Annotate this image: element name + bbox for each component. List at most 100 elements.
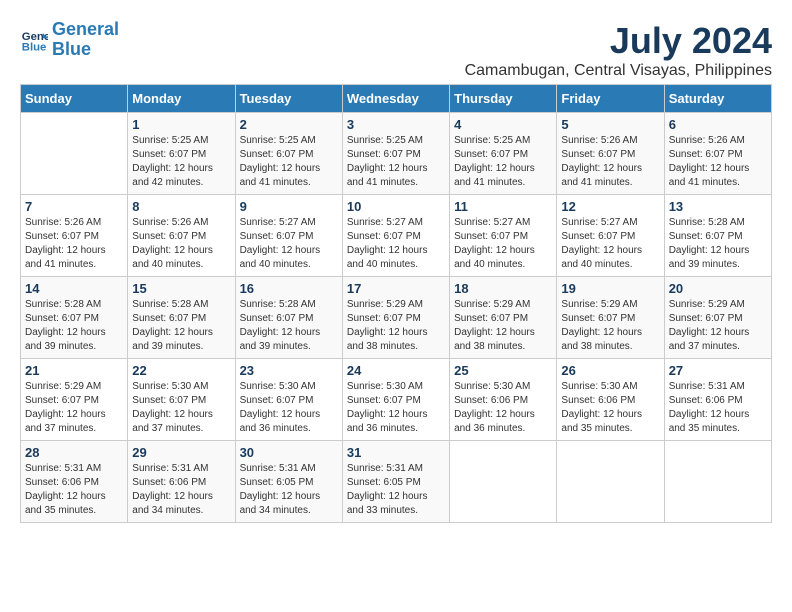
calendar-cell: 28 Sunrise: 5:31 AM Sunset: 6:06 PM Dayli…	[21, 441, 128, 523]
day-info: Sunrise: 5:28 AM Sunset: 6:07 PM Dayligh…	[669, 216, 767, 272]
day-number: 28	[25, 445, 123, 460]
title-block: July 2024 Camambugan, Central Visayas, P…	[465, 20, 772, 80]
logo-line1: General	[52, 19, 119, 39]
weekday-header: Thursday	[450, 85, 557, 113]
calendar-cell: 9 Sunrise: 5:27 AM Sunset: 6:07 PM Daylig…	[235, 195, 342, 277]
day-number: 15	[132, 281, 230, 296]
day-info: Sunrise: 5:26 AM Sunset: 6:07 PM Dayligh…	[132, 216, 230, 272]
day-info: Sunrise: 5:29 AM Sunset: 6:07 PM Dayligh…	[669, 298, 767, 354]
calendar-cell: 18Sunrise: 5:29 AM Sunset: 6:07 PM Dayli…	[450, 277, 557, 359]
day-number: 29	[132, 445, 230, 460]
day-info: Sunrise: 5:25 AM Sunset: 6:07 PM Dayligh…	[132, 134, 230, 190]
day-info: Sunrise: 5:30 AM Sunset: 6:06 PM Dayligh…	[561, 380, 659, 436]
day-info: Sunrise: 5:29 AM Sunset: 6:07 PM Dayligh…	[25, 380, 123, 436]
day-info: Sunrise: 5:25 AM Sunset: 6:07 PM Dayligh…	[454, 134, 552, 190]
calendar-cell	[557, 441, 664, 523]
weekday-header-row: SundayMondayTuesdayWednesdayThursdayFrid…	[21, 85, 772, 113]
day-info: Sunrise: 5:31 AM Sunset: 6:05 PM Dayligh…	[347, 462, 445, 518]
day-number: 24	[347, 363, 445, 378]
calendar-cell: 1 Sunrise: 5:25 AM Sunset: 6:07 PM Daylig…	[128, 113, 235, 195]
calendar-cell: 17 Sunrise: 5:29 AM Sunset: 6:07 PM Dayli…	[342, 277, 449, 359]
weekday-header: Sunday	[21, 85, 128, 113]
day-number: 7	[25, 199, 123, 214]
calendar-cell: 31Sunrise: 5:31 AM Sunset: 6:05 PM Dayli…	[342, 441, 449, 523]
day-info: Sunrise: 5:30 AM Sunset: 6:07 PM Dayligh…	[347, 380, 445, 436]
day-number: 19	[561, 281, 659, 296]
calendar-cell	[450, 441, 557, 523]
calendar-cell: 2 Sunrise: 5:25 AM Sunset: 6:07 PM Daylig…	[235, 113, 342, 195]
calendar-week-row: 21Sunrise: 5:29 AM Sunset: 6:07 PM Dayli…	[21, 359, 772, 441]
day-number: 14	[25, 281, 123, 296]
calendar-cell: 8 Sunrise: 5:26 AM Sunset: 6:07 PM Daylig…	[128, 195, 235, 277]
day-number: 2	[240, 117, 338, 132]
day-number: 9	[240, 199, 338, 214]
day-info: Sunrise: 5:31 AM Sunset: 6:06 PM Dayligh…	[132, 462, 230, 518]
day-number: 17	[347, 281, 445, 296]
day-info: Sunrise: 5:25 AM Sunset: 6:07 PM Dayligh…	[240, 134, 338, 190]
day-info: Sunrise: 5:29 AM Sunset: 6:07 PM Dayligh…	[347, 298, 445, 354]
day-info: Sunrise: 5:26 AM Sunset: 6:07 PM Dayligh…	[561, 134, 659, 190]
day-info: Sunrise: 5:28 AM Sunset: 6:07 PM Dayligh…	[240, 298, 338, 354]
day-info: Sunrise: 5:27 AM Sunset: 6:07 PM Dayligh…	[347, 216, 445, 272]
main-title: July 2024	[465, 20, 772, 62]
day-number: 13	[669, 199, 767, 214]
calendar-week-row: 7 Sunrise: 5:26 AM Sunset: 6:07 PM Daylig…	[21, 195, 772, 277]
day-number: 16	[240, 281, 338, 296]
calendar-cell: 5 Sunrise: 5:26 AM Sunset: 6:07 PM Daylig…	[557, 113, 664, 195]
svg-text:Blue: Blue	[22, 41, 47, 53]
calendar-week-row: 28 Sunrise: 5:31 AM Sunset: 6:06 PM Dayli…	[21, 441, 772, 523]
calendar-cell: 12Sunrise: 5:27 AM Sunset: 6:07 PM Dayli…	[557, 195, 664, 277]
calendar-cell: 26 Sunrise: 5:30 AM Sunset: 6:06 PM Dayli…	[557, 359, 664, 441]
calendar-cell: 21Sunrise: 5:29 AM Sunset: 6:07 PM Dayli…	[21, 359, 128, 441]
calendar-cell: 30 Sunrise: 5:31 AM Sunset: 6:05 PM Dayli…	[235, 441, 342, 523]
day-number: 10	[347, 199, 445, 214]
calendar-week-row: 1 Sunrise: 5:25 AM Sunset: 6:07 PM Daylig…	[21, 113, 772, 195]
logo-line2: Blue	[52, 39, 91, 59]
calendar-cell: 23 Sunrise: 5:30 AM Sunset: 6:07 PM Dayli…	[235, 359, 342, 441]
day-number: 23	[240, 363, 338, 378]
day-info: Sunrise: 5:26 AM Sunset: 6:07 PM Dayligh…	[669, 134, 767, 190]
day-number: 25	[454, 363, 552, 378]
calendar-cell: 16 Sunrise: 5:28 AM Sunset: 6:07 PM Dayli…	[235, 277, 342, 359]
day-info: Sunrise: 5:27 AM Sunset: 6:07 PM Dayligh…	[454, 216, 552, 272]
weekday-header: Monday	[128, 85, 235, 113]
day-info: Sunrise: 5:28 AM Sunset: 6:07 PM Dayligh…	[132, 298, 230, 354]
calendar-cell	[21, 113, 128, 195]
day-number: 22	[132, 363, 230, 378]
logo-text: General Blue	[52, 20, 119, 60]
day-number: 27	[669, 363, 767, 378]
day-number: 5	[561, 117, 659, 132]
day-number: 12	[561, 199, 659, 214]
day-number: 26	[561, 363, 659, 378]
day-info: Sunrise: 5:25 AM Sunset: 6:07 PM Dayligh…	[347, 134, 445, 190]
day-number: 30	[240, 445, 338, 460]
day-number: 8	[132, 199, 230, 214]
weekday-header: Wednesday	[342, 85, 449, 113]
day-number: 18	[454, 281, 552, 296]
logo: General Blue General Blue	[20, 20, 119, 60]
day-number: 20	[669, 281, 767, 296]
calendar-cell: 7Sunrise: 5:26 AM Sunset: 6:07 PM Daylig…	[21, 195, 128, 277]
day-info: Sunrise: 5:28 AM Sunset: 6:07 PM Dayligh…	[25, 298, 123, 354]
calendar-cell: 10 Sunrise: 5:27 AM Sunset: 6:07 PM Dayli…	[342, 195, 449, 277]
calendar-cell: 14 Sunrise: 5:28 AM Sunset: 6:07 PM Dayli…	[21, 277, 128, 359]
weekday-header: Friday	[557, 85, 664, 113]
calendar-cell: 11 Sunrise: 5:27 AM Sunset: 6:07 PM Dayli…	[450, 195, 557, 277]
day-number: 4	[454, 117, 552, 132]
day-info: Sunrise: 5:30 AM Sunset: 6:07 PM Dayligh…	[240, 380, 338, 436]
day-number: 6	[669, 117, 767, 132]
logo-icon: General Blue	[20, 26, 48, 54]
day-info: Sunrise: 5:27 AM Sunset: 6:07 PM Dayligh…	[240, 216, 338, 272]
day-info: Sunrise: 5:31 AM Sunset: 6:06 PM Dayligh…	[669, 380, 767, 436]
calendar-cell: 20 Sunrise: 5:29 AM Sunset: 6:07 PM Dayli…	[664, 277, 771, 359]
calendar-cell: 27 Sunrise: 5:31 AM Sunset: 6:06 PM Dayli…	[664, 359, 771, 441]
header: General Blue General Blue July 2024 Cama…	[20, 20, 772, 80]
day-number: 11	[454, 199, 552, 214]
day-info: Sunrise: 5:31 AM Sunset: 6:05 PM Dayligh…	[240, 462, 338, 518]
day-number: 3	[347, 117, 445, 132]
calendar-cell: 19Sunrise: 5:29 AM Sunset: 6:07 PM Dayli…	[557, 277, 664, 359]
weekday-header: Saturday	[664, 85, 771, 113]
calendar-cell: 13 Sunrise: 5:28 AM Sunset: 6:07 PM Dayli…	[664, 195, 771, 277]
day-info: Sunrise: 5:31 AM Sunset: 6:06 PM Dayligh…	[25, 462, 123, 518]
day-number: 1	[132, 117, 230, 132]
